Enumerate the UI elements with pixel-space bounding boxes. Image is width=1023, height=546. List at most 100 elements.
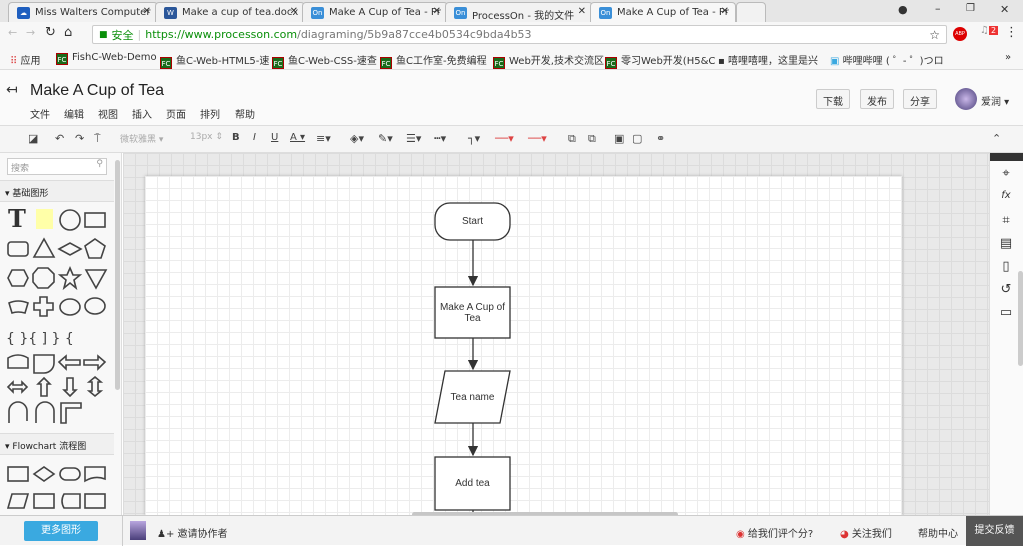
panel-scrollbar[interactable] (1018, 271, 1023, 366)
shape-text[interactable]: T (8, 204, 26, 233)
bold-icon[interactable]: B (232, 132, 240, 143)
connector-icon[interactable]: ┐▾ (468, 132, 480, 145)
rate-us-link[interactable]: ◉ 给我们评个分? (736, 525, 813, 540)
menu-file[interactable]: 文件 (30, 106, 50, 121)
menu-help[interactable]: 帮助 (235, 106, 255, 121)
sidebar-scrollbar[interactable] (115, 160, 120, 390)
shape-diamond[interactable] (57, 242, 83, 256)
shape-data[interactable] (6, 493, 30, 509)
shape-note[interactable] (36, 209, 53, 229)
download-button[interactable]: 下载 (816, 89, 850, 109)
shape-cloud[interactable] (59, 298, 81, 316)
more-bookmarks-icon[interactable]: » (1005, 52, 1011, 63)
page-icon[interactable]: ▯ (997, 259, 1015, 274)
shape-braces[interactable]: { }{ ] } { (6, 331, 74, 347)
shape-double-arrow[interactable] (6, 380, 29, 394)
shape-cross[interactable] (33, 296, 54, 317)
shape-search-input[interactable]: 搜索 ⚲ (7, 158, 107, 175)
format-painter-icon[interactable]: ⍑ (94, 132, 101, 146)
link-icon[interactable]: ⚭ (656, 132, 665, 145)
navigator-icon[interactable]: ⌖ (997, 166, 1015, 181)
menu-insert[interactable]: 插入 (132, 106, 152, 121)
undo-icon[interactable]: ↶ (55, 132, 64, 145)
shape-arch[interactable] (7, 354, 29, 369)
close-icon[interactable]: ✕ (578, 6, 586, 17)
formula-icon[interactable]: fx (997, 190, 1015, 201)
browser-tab-active[interactable]: On Make A Cup of Tea - Pr ✕ (590, 2, 736, 22)
collapse-icon[interactable]: ⌃ (992, 132, 1001, 145)
redo-icon[interactable]: ↷ (75, 132, 84, 145)
browser-tab[interactable]: W Make a cup of tea.docx ✕ (155, 2, 305, 22)
font-color-icon[interactable]: A ▾ (290, 132, 305, 143)
shape-terminator[interactable] (59, 467, 81, 481)
shape-up-arrow[interactable] (36, 376, 52, 397)
unlock-shape-icon[interactable]: ▢ (632, 132, 642, 145)
avatar[interactable] (955, 88, 977, 110)
star-icon[interactable]: ☆ (929, 28, 940, 42)
publish-button[interactable]: 发布 (860, 89, 894, 109)
menu-edit[interactable]: 编辑 (64, 106, 84, 121)
menu-arrange[interactable]: 排列 (200, 106, 220, 121)
shape-drop[interactable] (33, 354, 55, 374)
document-title[interactable]: Make A Cup of Tea (30, 82, 164, 100)
shape-rounded-rect[interactable] (7, 241, 29, 257)
shape-triangle[interactable] (32, 237, 56, 258)
underline-icon[interactable]: U (271, 132, 278, 143)
shape-decision[interactable] (32, 466, 56, 482)
shape-process[interactable] (7, 466, 29, 482)
shape-inverted-triangle[interactable] (84, 269, 108, 290)
bookmark[interactable]: FC 鱼C工作室-免费编程 (380, 52, 487, 69)
more-shapes-button[interactable]: 更多图形 (24, 521, 98, 541)
lock-shape-icon[interactable]: ▣ (614, 132, 624, 145)
shape-rectangle[interactable] (84, 212, 106, 228)
shape-circle[interactable] (59, 209, 81, 231)
font-family-select[interactable]: 微软雅黑 ▾ (120, 132, 163, 145)
adblock-icon[interactable]: ABP (953, 27, 967, 41)
bookmark[interactable]: FC Web开发,技术交流区 (493, 52, 604, 69)
category-basic[interactable]: ▾ 基础图形 (0, 180, 114, 202)
fill-color-icon[interactable]: ◈▾ (350, 132, 364, 145)
close-icon[interactable]: ✕ (433, 6, 441, 17)
browser-tab[interactable]: On Make A Cup of Tea - Pr ✕ (302, 2, 448, 22)
bookmark[interactable]: FC 鱼C-Web-CSS-速查 (272, 52, 377, 69)
bookmark[interactable]: ▣ 哔哩哔哩 ( ゜- ゜)つロ (830, 52, 944, 67)
window-close-icon[interactable]: ✕ (1000, 3, 1009, 16)
search-icon[interactable]: ⚲ (96, 159, 103, 169)
page-size-icon[interactable]: ⌗ (997, 213, 1015, 228)
follow-us-link[interactable]: ◕ 关注我们 (840, 525, 892, 540)
shape-vertical-double-arrow[interactable] (86, 375, 104, 398)
new-tab-button[interactable] (736, 2, 766, 22)
shape-stored-data[interactable] (61, 493, 81, 509)
shape-octagon[interactable] (32, 267, 55, 289)
end-arrow-icon[interactable]: ──▾ (528, 132, 547, 145)
feedback-button[interactable]: 提交反馈 (966, 516, 1023, 546)
menu-view[interactable]: 视图 (98, 106, 118, 121)
line-color-icon[interactable]: ✎▾ (378, 132, 393, 145)
shape-banner[interactable] (8, 300, 29, 315)
shape-predefined[interactable] (33, 493, 55, 509)
collaborator-avatar[interactable] (130, 521, 146, 540)
line-width-icon[interactable]: ☰▾ (406, 132, 421, 145)
line-style-icon[interactable]: ┅▾ (434, 132, 446, 145)
category-flowchart[interactable]: ▾ Flowchart 流程图 (0, 433, 114, 455)
extension-icon[interactable]: ♫ 2 (980, 25, 999, 36)
restore-icon[interactable]: ❐ (966, 3, 975, 14)
bookmark-apps[interactable]: ⠿ 应用 (10, 52, 41, 67)
browser-tab[interactable]: On ProcessOn - 我的文件 ✕ (445, 2, 593, 22)
share-button[interactable]: 分享 (903, 89, 937, 109)
invite-collaborator-button[interactable]: ♟+ 邀请协作者 (157, 525, 228, 540)
comment-icon[interactable]: ▭ (997, 305, 1015, 320)
shape-hexagon[interactable] (7, 269, 29, 287)
shape-star[interactable] (57, 265, 83, 291)
font-size-select[interactable]: 13px ⇕ (190, 132, 223, 142)
align-icon[interactable]: ≡▾ (316, 132, 331, 145)
menu-page[interactable]: 页面 (166, 106, 186, 121)
italic-icon[interactable]: I (253, 132, 256, 143)
bookmark[interactable]: FC 零习Web开发(H5&C (605, 52, 715, 69)
bring-front-icon[interactable]: ⧉ (568, 132, 576, 146)
bookmark[interactable]: FC FishC-Web-Demo (56, 52, 157, 65)
bookmark[interactable]: FC 鱼C-Web-HTML5-速 (160, 52, 269, 69)
shape-left-arrow[interactable] (57, 354, 81, 371)
start-arrow-icon[interactable]: ──▾ (495, 132, 514, 145)
user-menu[interactable]: 爱润 ▾ (981, 93, 1009, 108)
